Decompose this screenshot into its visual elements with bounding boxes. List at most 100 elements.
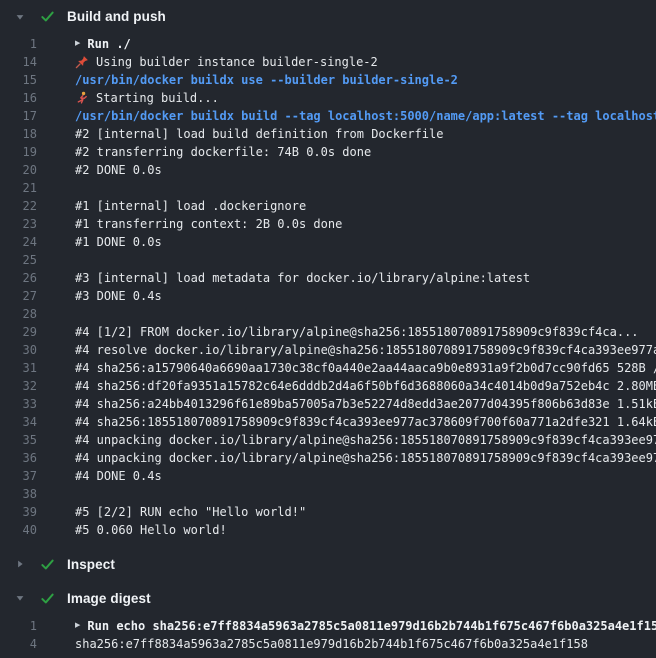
log-text-content: #3 DONE 0.4s [75,287,162,305]
log-text-content: #4 sha256:df20fa9351a15782c64e6dddb2d4a6… [75,377,656,395]
line-number[interactable]: 36 [0,449,37,467]
log-line: 40 #5 0.060 Hello world! [0,521,656,539]
line-number[interactable]: 26 [0,269,37,287]
line-number[interactable]: 19 [0,143,37,161]
pushpin-icon [75,55,89,69]
line-number[interactable]: 22 [0,197,37,215]
line-number[interactable]: 18 [0,125,37,143]
log-line: 20 #2 DONE 0.0s [0,161,656,179]
log-line: 25 [0,251,656,269]
log-text-content: /usr/bin/docker buildx build --tag local… [75,107,656,125]
log-text-content: #2 [internal] load build definition from… [75,125,443,143]
line-number[interactable]: 40 [0,521,37,539]
log-text: #4 unpacking docker.io/library/alpine@sh… [75,431,656,449]
workflow-log-viewer: Build and push1▶Run ./14Using builder in… [0,0,656,653]
log-text-content: #1 transferring context: 2B 0.0s done [75,215,342,233]
line-number[interactable]: 39 [0,503,37,521]
line-number[interactable]: 1 [0,617,37,635]
section-title: Build and push [67,9,166,24]
log-text: #5 0.060 Hello world! [75,521,227,539]
line-number[interactable]: 23 [0,215,37,233]
line-number[interactable]: 37 [0,467,37,485]
log-text: ▶ Run ./ [75,35,131,53]
log-line: 29 #4 [1/2] FROM docker.io/library/alpine… [0,323,656,341]
log-text: #1 DONE 0.0s [75,233,162,251]
line-number[interactable]: 33 [0,395,37,413]
section-header-inspect[interactable]: Inspect [0,549,656,579]
check-icon [39,9,55,25]
line-number[interactable]: 38 [0,485,37,503]
check-icon [39,590,55,606]
run-toggle-icon[interactable]: ▶ [75,35,80,53]
log-line: 38 [0,485,656,503]
log-line: 32 #4 sha256:df20fa9351a15782c64e6dddb2d4… [0,377,656,395]
log-text-content: #4 DONE 0.4s [75,467,162,485]
log-text: #4 sha256:185518070891758909c9f839cf4ca3… [75,413,656,431]
line-number[interactable]: 34 [0,413,37,431]
log-line: 26 #3 [internal] load metadata for docker… [0,269,656,287]
log-text-content: Run echo sha256:e7ff8834a5963a2785c5a081… [87,617,656,635]
log-text: #4 unpacking docker.io/library/alpine@sh… [75,449,656,467]
log-text: #3 DONE 0.4s [75,287,162,305]
run-toggle-icon[interactable]: ▶ [75,617,80,635]
log-line: 33 #4 sha256:a24bb4013296f61e89ba57005a7b… [0,395,656,413]
line-number[interactable]: 28 [0,305,37,323]
log-line: 31 #4 sha256:a15790640a6690aa1730c38cf0a4… [0,359,656,377]
log-text-content: #4 unpacking docker.io/library/alpine@sh… [75,449,656,467]
line-number[interactable]: 31 [0,359,37,377]
section-content-image-digest: 1 ▶ Run echo sha256:e7ff8834a5963a2785c5a0… [0,613,656,653]
line-number[interactable]: 30 [0,341,37,359]
section-header-image-digest[interactable]: Image digest [0,583,656,613]
log-text-content: Using builder instance builder-single-2 [96,53,378,71]
line-number[interactable]: 14 [0,53,37,71]
log-text-content: #5 0.060 Hello world! [75,521,227,539]
log-text: /usr/bin/docker buildx use --builder bui… [75,71,458,89]
log-text: #4 resolve docker.io/library/alpine@sha2… [75,341,656,359]
line-number[interactable]: 29 [0,323,37,341]
log-line: 22 #1 [internal] load .dockerignore [0,197,656,215]
log-text-content: #4 sha256:a15790640a6690aa1730c38cf0a440… [75,359,656,377]
line-number[interactable]: 17 [0,107,37,125]
line-number[interactable]: 27 [0,287,37,305]
line-number[interactable]: 24 [0,233,37,251]
log-line: 1 ▶ Run ./ [0,35,656,53]
log-text: #4 [1/2] FROM docker.io/library/alpine@s… [75,323,639,341]
check-icon [39,556,55,572]
log-line: 17/usr/bin/docker buildx build --tag loc… [0,107,656,125]
log-text: #3 [internal] load metadata for docker.i… [75,269,530,287]
line-number[interactable]: 25 [0,251,37,269]
line-number[interactable]: 35 [0,431,37,449]
log-text-content: Starting build... [96,89,219,107]
line-number[interactable]: 1 [0,35,37,53]
log-text: ▶ Run echo sha256:e7ff8834a5963a2785c5a08… [75,617,656,635]
log-text-content: #5 [2/2] RUN echo "Hello world!" [75,503,306,521]
line-number[interactable]: 16 [0,89,37,107]
line-number[interactable]: 21 [0,179,37,197]
line-number[interactable]: 20 [0,161,37,179]
log-line: 1 ▶ Run echo sha256:e7ff8834a5963a2785c5a0… [0,617,656,635]
line-number[interactable]: 32 [0,377,37,395]
log-text-content: sha256:e7ff8834a5963a2785c5a0811e979d16b… [75,635,588,653]
line-number[interactable]: 15 [0,71,37,89]
log-text-content: #4 [1/2] FROM docker.io/library/alpine@s… [75,323,639,341]
log-text: #4 sha256:a15790640a6690aa1730c38cf0a440… [75,359,656,377]
log-text-content: #2 DONE 0.0s [75,161,162,179]
log-text-content: #1 DONE 0.0s [75,233,162,251]
log-text: #4 sha256:df20fa9351a15782c64e6dddb2d4a6… [75,377,656,395]
log-text-content: Run ./ [87,35,130,53]
section-title: Inspect [67,557,115,572]
log-line: 15/usr/bin/docker buildx use --builder b… [0,71,656,89]
log-line: 18 #2 [internal] load build definition fr… [0,125,656,143]
log-line: 4 sha256:e7ff8834a5963a2785c5a0811e979d16… [0,635,656,653]
log-line: 21 [0,179,656,197]
line-number[interactable]: 4 [0,635,37,653]
log-text: #1 [internal] load .dockerignore [75,197,306,215]
log-text-content: #4 sha256:185518070891758909c9f839cf4ca3… [75,413,656,431]
log-line: 30 #4 resolve docker.io/library/alpine@sh… [0,341,656,359]
log-text-content: #4 sha256:a24bb4013296f61e89ba57005a7b3e… [75,395,656,413]
section-header-build-and-push[interactable]: Build and push [0,0,656,33]
log-line: 35 #4 unpacking docker.io/library/alpine@… [0,431,656,449]
log-line: 24 #1 DONE 0.0s [0,233,656,251]
log-text-content: #4 resolve docker.io/library/alpine@sha2… [75,341,656,359]
log-text-content: #2 transferring dockerfile: 74B 0.0s don… [75,143,371,161]
